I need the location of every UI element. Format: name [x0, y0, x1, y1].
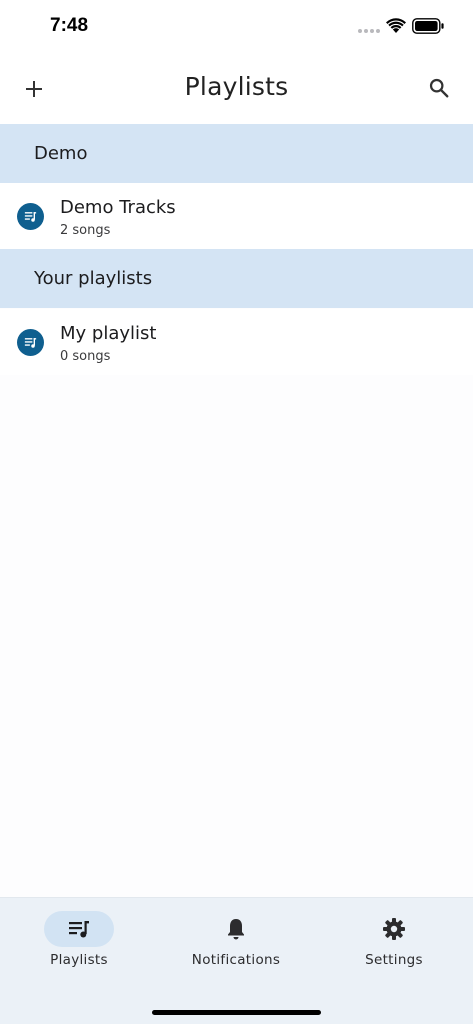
tab-icon-wrap: [201, 911, 271, 947]
playlist-song-count: 2 songs: [60, 223, 111, 238]
tab-notifications[interactable]: Notifications: [157, 910, 315, 980]
tab-label: Playlists: [50, 952, 108, 968]
signal-dots-icon: [358, 29, 380, 33]
active-tab-indicator: [44, 911, 114, 947]
playlist-title: Demo Tracks: [60, 197, 176, 218]
search-icon: [429, 78, 449, 98]
search-button[interactable]: [424, 73, 454, 103]
tab-playlists[interactable]: Playlists: [0, 910, 158, 980]
playlist-row-my-playlist[interactable]: My playlist 0 songs: [0, 309, 473, 375]
section-header-demo: Demo: [0, 124, 473, 183]
gear-icon: [383, 918, 405, 940]
playlist-icon: [17, 203, 44, 230]
battery-icon: [412, 18, 444, 34]
tab-icon-wrap: [359, 911, 429, 947]
tab-bar: Playlists Notifications Settings: [0, 897, 473, 1024]
app-header: Playlists: [0, 54, 473, 124]
tab-label: Notifications: [191, 952, 281, 968]
playlist-icon: [69, 921, 89, 938]
home-indicator: [152, 1010, 321, 1015]
page-title: Playlists: [184, 72, 289, 101]
tab-label: Settings: [365, 952, 423, 968]
tab-settings[interactable]: Settings: [315, 910, 473, 980]
status-bar: 7:48: [0, 0, 473, 54]
wifi-icon: [386, 18, 406, 33]
playlist-song-count: 0 songs: [60, 349, 111, 364]
status-time: 7:48: [50, 15, 89, 36]
section-label: Demo: [34, 143, 88, 164]
playlist-title: My playlist: [60, 323, 157, 344]
playlist-icon: [17, 329, 44, 356]
section-label: Your playlists: [34, 268, 153, 289]
playlist-row-demo-tracks[interactable]: Demo Tracks 2 songs: [0, 183, 473, 249]
section-header-your-playlists: Your playlists: [0, 249, 473, 308]
bell-icon: [228, 919, 244, 940]
